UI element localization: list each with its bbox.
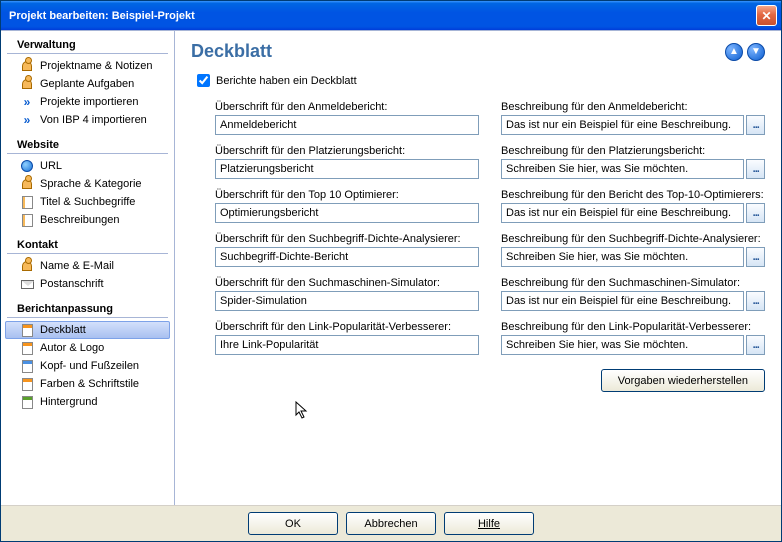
ellipsis-button[interactable]: ... xyxy=(746,335,765,355)
description-label: Beschreibung für den Link-Popularität-Ve… xyxy=(501,321,765,333)
nav-item-deckblatt[interactable]: Deckblatt xyxy=(5,321,170,339)
nav-item-label: Postanschrift xyxy=(40,278,104,290)
coverpage-checkbox-label: Berichte haben ein Deckblatt xyxy=(216,75,357,87)
heading-label: Überschrift für den Top 10 Optimierer: xyxy=(215,189,479,201)
description-label: Beschreibung für den Anmeldebericht: xyxy=(501,101,765,113)
restore-defaults-button[interactable]: Vorgaben wiederherstellen xyxy=(601,369,765,392)
page-icon xyxy=(19,194,35,210)
heading-label: Überschrift für den Suchmaschinen-Simula… xyxy=(215,277,479,289)
page-icon xyxy=(19,212,35,228)
ellipsis-button[interactable]: ... xyxy=(746,291,765,311)
description-label: Beschreibung für den Bericht des Top-10-… xyxy=(501,189,765,201)
person-icon xyxy=(19,176,35,192)
description-input[interactable] xyxy=(501,291,744,311)
nav-down-button[interactable]: ▼ xyxy=(747,43,765,61)
heading-label: Überschrift für den Platzierungsbericht: xyxy=(215,145,479,157)
description-label: Beschreibung für den Platzierungsbericht… xyxy=(501,145,765,157)
nav-item-beschreibungen[interactable]: Beschreibungen xyxy=(1,211,174,229)
nav-item-url[interactable]: URL xyxy=(1,157,174,175)
description-input[interactable] xyxy=(501,247,744,267)
document-icon xyxy=(19,376,35,392)
mail-icon xyxy=(19,276,35,292)
sidebar: Verwaltung Projektname & Notizen Geplante … xyxy=(1,31,175,505)
ellipsis-button[interactable]: ... xyxy=(746,247,765,267)
heading-input[interactable] xyxy=(215,203,479,223)
import-arrow-icon: » xyxy=(19,112,35,128)
dialog-footer: OK Abbrechen Hilfe xyxy=(1,505,781,541)
nav-section-header: Website xyxy=(7,135,168,154)
nav-section-header: Berichtanpassung xyxy=(7,299,168,318)
nav-item-label: Projektname & Notizen xyxy=(40,60,153,72)
mouse-cursor-icon xyxy=(295,401,313,423)
main-panel: Deckblatt ▲ ▼ Berichte haben ein Deckbla… xyxy=(175,31,781,505)
nav-item-label: Projekte importieren xyxy=(40,96,138,108)
heading-input[interactable] xyxy=(215,159,479,179)
description-input[interactable] xyxy=(501,203,744,223)
heading-input[interactable] xyxy=(215,291,479,311)
heading-label: Überschrift für den Anmeldebericht: xyxy=(215,101,479,113)
ellipsis-button[interactable]: ... xyxy=(746,115,765,135)
globe-icon xyxy=(19,158,35,174)
nav-item-titel-suchbegriffe[interactable]: Titel & Suchbegriffe xyxy=(1,193,174,211)
heading-input[interactable] xyxy=(215,335,479,355)
person-icon xyxy=(19,76,35,92)
nav-item-label: Kopf- und Fußzeilen xyxy=(40,360,139,372)
nav-item-label: Name & E-Mail xyxy=(40,260,114,272)
nav-section-header: Kontakt xyxy=(7,235,168,254)
nav-item-label: Deckblatt xyxy=(40,324,86,336)
person-icon xyxy=(19,58,35,74)
person-icon xyxy=(19,258,35,274)
description-label: Beschreibung für den Suchbegriff-Dichte-… xyxy=(501,233,765,245)
nav-item-label: Geplante Aufgaben xyxy=(40,78,134,90)
description-input[interactable] xyxy=(501,159,744,179)
document-icon xyxy=(19,394,35,410)
nav-item-name-e-mail[interactable]: Name & E-Mail xyxy=(1,257,174,275)
nav-item-sprache-kategorie[interactable]: Sprache & Kategorie xyxy=(1,175,174,193)
nav-item-label: Titel & Suchbegriffe xyxy=(40,196,135,208)
heading-input[interactable] xyxy=(215,115,479,135)
page-title: Deckblatt xyxy=(191,41,272,62)
heading-label: Überschrift für den Suchbegriff-Dichte-A… xyxy=(215,233,479,245)
nav-item-label: Hintergrund xyxy=(40,396,97,408)
coverpage-checkbox[interactable] xyxy=(197,74,210,87)
nav-item-label: Von IBP 4 importieren xyxy=(40,114,147,126)
nav-up-button[interactable]: ▲ xyxy=(725,43,743,61)
nav-item-label: Beschreibungen xyxy=(40,214,120,226)
ellipsis-button[interactable]: ... xyxy=(746,203,765,223)
nav-item-von-ibp-4-importieren[interactable]: » Von IBP 4 importieren xyxy=(1,111,174,129)
nav-item-label: Farben & Schriftstile xyxy=(40,378,139,390)
nav-item-label: Autor & Logo xyxy=(40,342,104,354)
window-title: Projekt bearbeiten: Beispiel-Projekt xyxy=(9,10,756,22)
nav-item-geplante-aufgaben[interactable]: Geplante Aufgaben xyxy=(1,75,174,93)
cancel-button[interactable]: Abbrechen xyxy=(346,512,436,535)
import-arrow-icon: » xyxy=(19,94,35,110)
document-icon xyxy=(19,322,35,338)
document-icon xyxy=(19,358,35,374)
help-button[interactable]: Hilfe xyxy=(444,512,534,535)
nav-item-label: URL xyxy=(40,160,62,172)
nav-item-projekte-importieren[interactable]: » Projekte importieren xyxy=(1,93,174,111)
close-button[interactable]: ✕ xyxy=(756,5,777,26)
description-input[interactable] xyxy=(501,335,744,355)
description-input[interactable] xyxy=(501,115,744,135)
nav-item-label: Sprache & Kategorie xyxy=(40,178,142,190)
nav-section-header: Verwaltung xyxy=(7,35,168,54)
description-label: Beschreibung für den Suchmaschinen-Simul… xyxy=(501,277,765,289)
nav-item-hintergrund[interactable]: Hintergrund xyxy=(1,393,174,411)
ok-button[interactable]: OK xyxy=(248,512,338,535)
heading-input[interactable] xyxy=(215,247,479,267)
nav-item-autor-logo[interactable]: Autor & Logo xyxy=(1,339,174,357)
ellipsis-button[interactable]: ... xyxy=(746,159,765,179)
document-icon xyxy=(19,340,35,356)
nav-item-postanschrift[interactable]: Postanschrift xyxy=(1,275,174,293)
heading-label: Überschrift für den Link-Popularität-Ver… xyxy=(215,321,479,333)
titlebar: Projekt bearbeiten: Beispiel-Projekt ✕ xyxy=(1,1,781,30)
nav-item-farben-schriftstile[interactable]: Farben & Schriftstile xyxy=(1,375,174,393)
nav-item-kopf-und-fu-zeilen[interactable]: Kopf- und Fußzeilen xyxy=(1,357,174,375)
nav-item-projektname-notizen[interactable]: Projektname & Notizen xyxy=(1,57,174,75)
